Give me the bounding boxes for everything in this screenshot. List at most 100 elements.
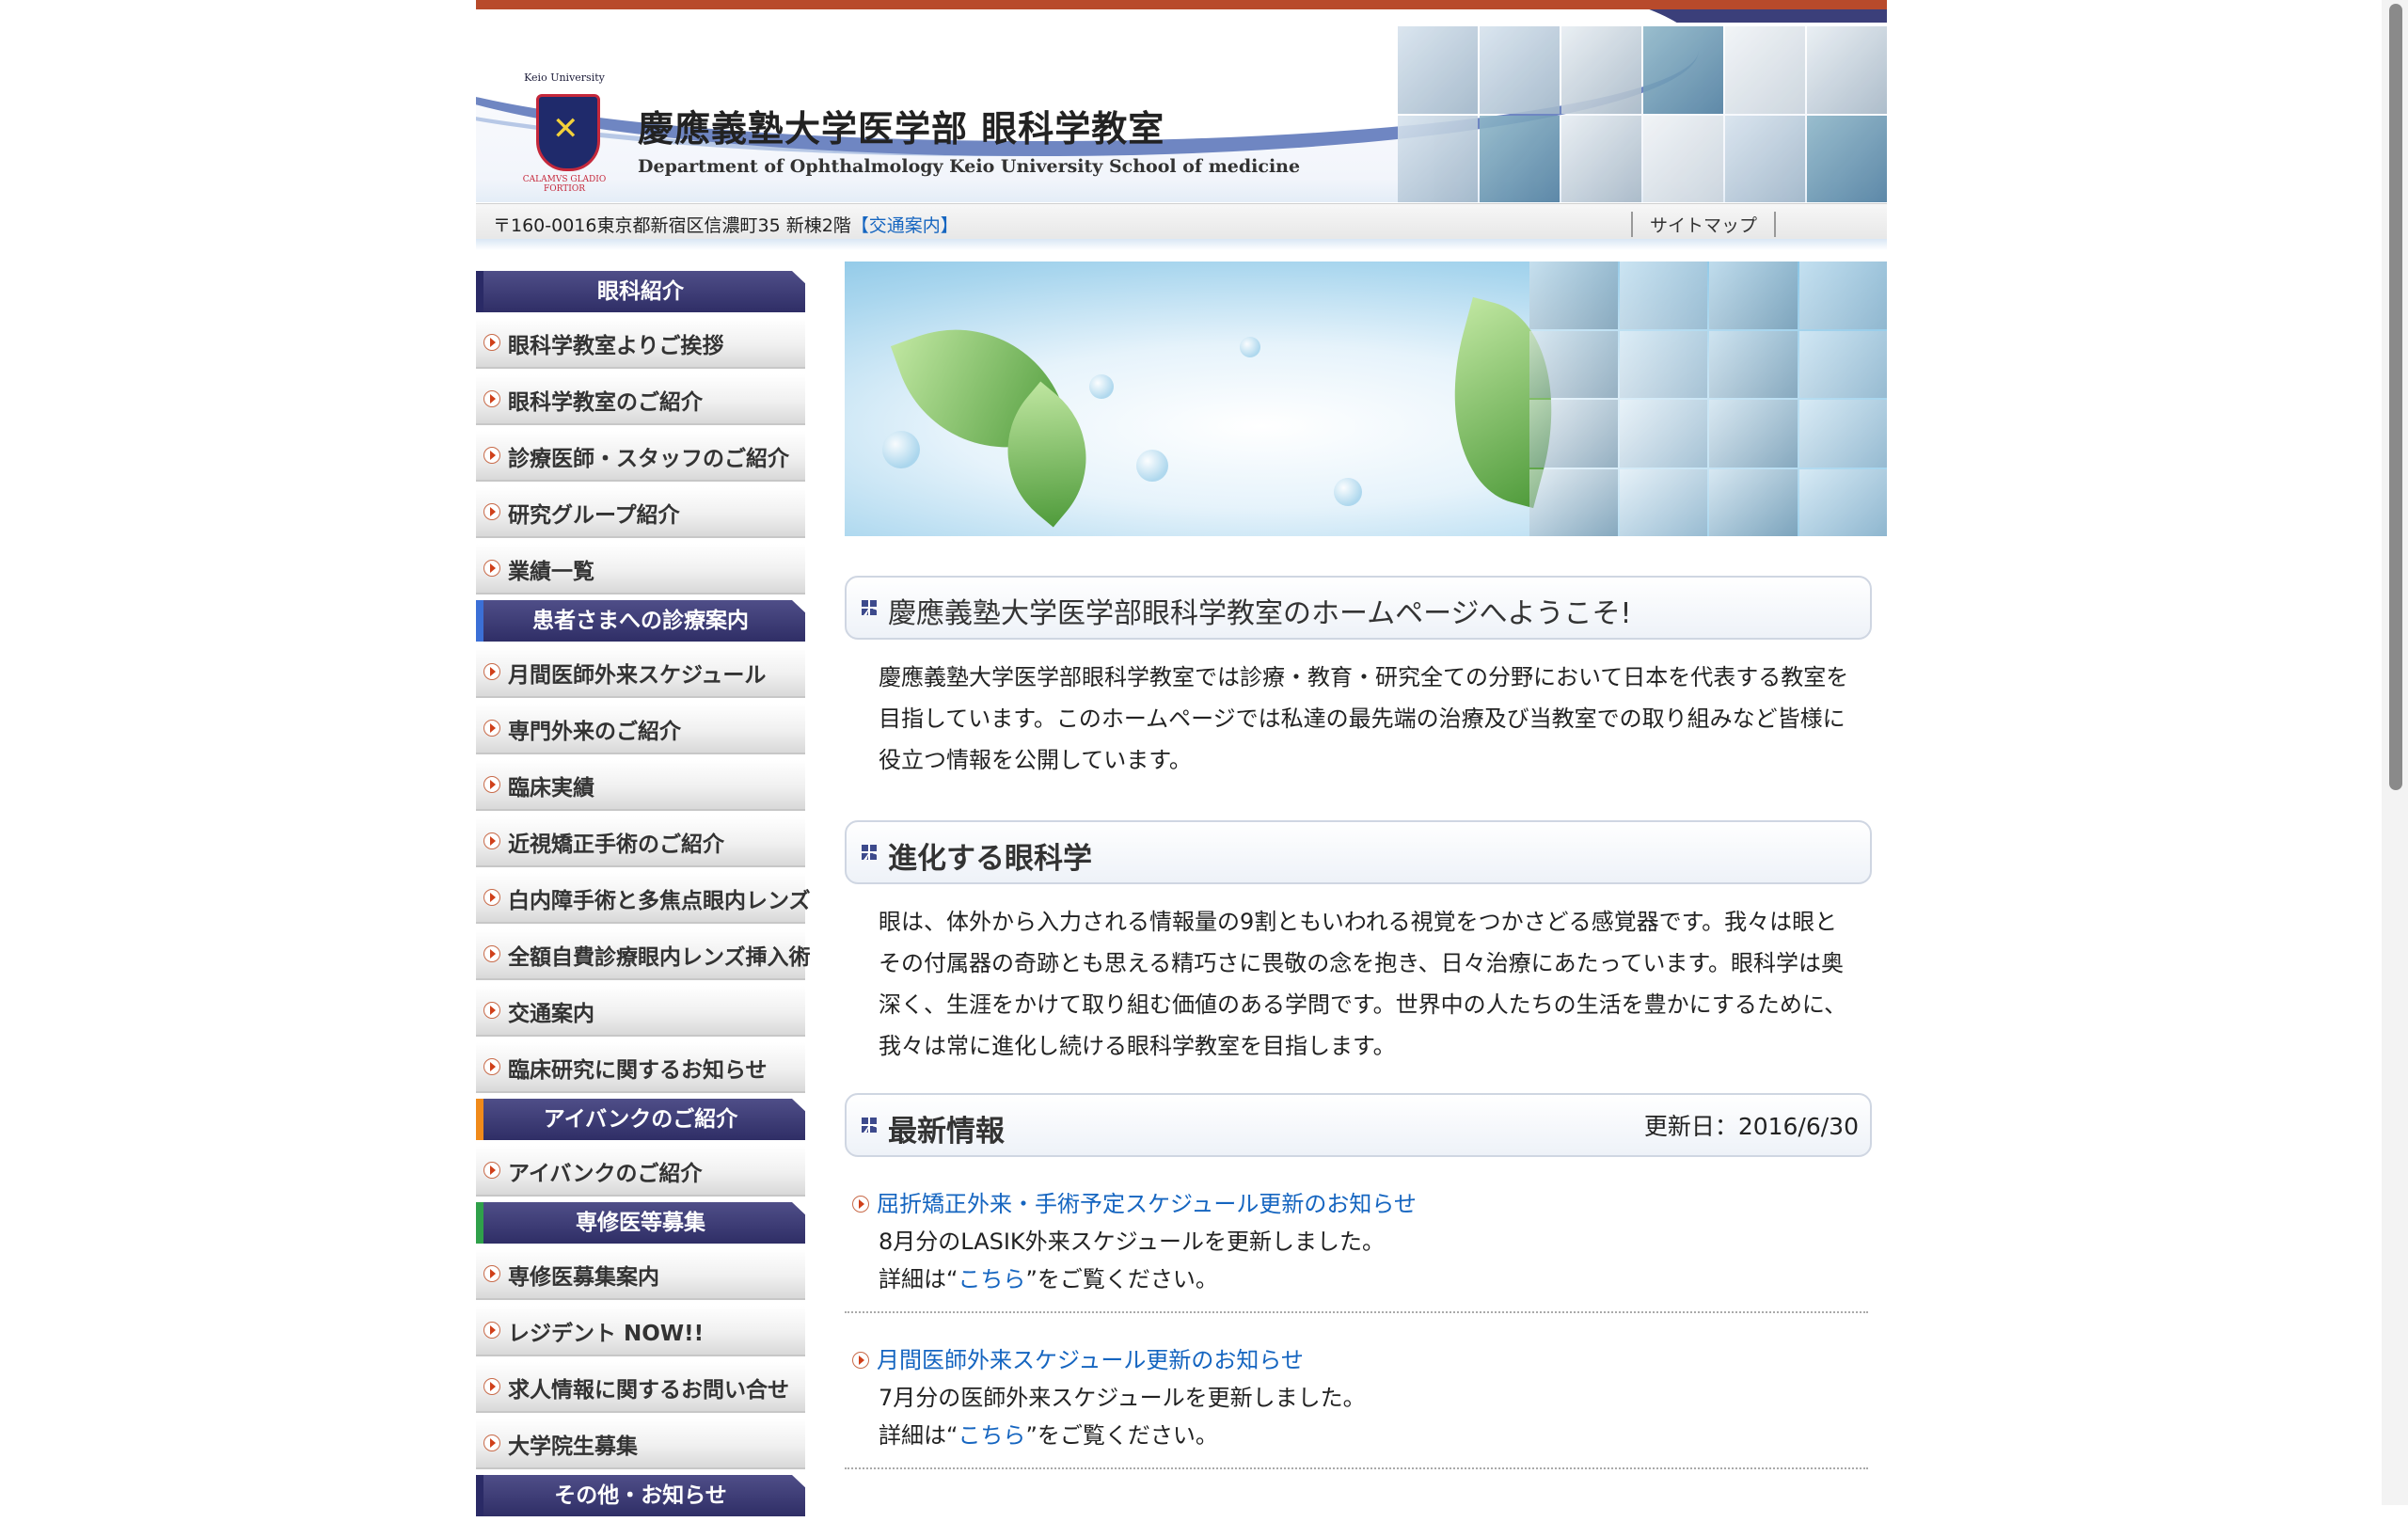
sidebar-nav-item[interactable]: アイバンクのご紹介 <box>476 1146 805 1197</box>
welcome-title: 慶應義塾大学医学部眼科学教室のホームページへようこそ! <box>888 597 1632 630</box>
arrow-bullet-icon <box>483 720 500 737</box>
sidebar-nav-item[interactable]: 白内障手術と多焦点眼内レンズ <box>476 873 811 924</box>
water-drop <box>1089 374 1114 399</box>
sidebar-nav-item[interactable]: 診療医師・スタッフのご紹介 <box>476 431 805 482</box>
site-title[interactable]: 慶應義塾大学医学部 眼科学教室 <box>638 100 1164 151</box>
news-item: 屈折矯正外来・手術予定スケジュール更新のお知らせ 8月分のLASIK外来スケジュ… <box>845 1178 1868 1313</box>
section-accent-bar <box>476 600 483 642</box>
arrow-bullet-icon <box>483 1322 500 1339</box>
sidebar-nav-item[interactable]: 眼科学教室のご紹介 <box>476 374 805 425</box>
sidebar-nav-label: 臨床実績 <box>508 776 594 801</box>
sidebar-nav-item[interactable]: 求人情報に関するお問い合せ <box>476 1362 805 1413</box>
news-description: 8月分のLASIK外来スケジュールを更新しました。 <box>879 1229 1385 1255</box>
sidebar-nav-label: 業績一覧 <box>508 560 594 584</box>
sidebar-nav-item[interactable]: 専修医募集案内 <box>476 1249 805 1300</box>
news-item: 月間医師外来スケジュール更新のお知らせ 7月分の医師外来スケジュールを更新しまし… <box>845 1334 1868 1469</box>
sitemap-link[interactable]: サイトマップ <box>1630 212 1776 237</box>
sidebar-section-title: 眼科紹介 <box>597 279 684 304</box>
news-link[interactable]: 屈折矯正外来・手術予定スケジュール更新のお知らせ <box>877 1185 1868 1223</box>
page: Keio University ✕ CALAMVS GLADIO FORTIOR… <box>476 0 1887 1516</box>
sidebar-nav-label: 大学院生募集 <box>508 1435 638 1459</box>
sidebar-section-heading: アイバンクのご紹介 <box>476 1099 805 1140</box>
section-accent-bar <box>476 1099 483 1140</box>
section-accent-bar <box>476 271 483 312</box>
arrow-bullet-icon <box>483 560 500 577</box>
welcome-text: 慶應義塾大学医学部眼科学教室では診療・教育・研究全ての分野において日本を代表する… <box>879 664 1849 773</box>
arrow-bullet-icon <box>483 1435 500 1451</box>
sidebar-section-title: 患者さまへの診療案内 <box>532 609 749 633</box>
arrow-bullet-icon <box>483 1162 500 1179</box>
news-description: 7月分の医師外来スケジュールを更新しました。 <box>879 1385 1366 1411</box>
sidebar-nav-item[interactable]: 交通案内 <box>476 986 805 1037</box>
sidebar-nav-item[interactable]: 臨床実績 <box>476 760 805 811</box>
scrollbar-thumb[interactable] <box>2389 4 2402 790</box>
sidebar-nav-label: 研究グループ紹介 <box>508 503 680 528</box>
hero-photo-collage <box>1529 262 1887 536</box>
sidebar-nav-item[interactable]: 業績一覧 <box>476 544 805 595</box>
main-content: 慶應義塾大学医学部眼科学教室のホームページへようこそ! 慶應義塾大学医学部眼科学… <box>845 262 1887 1490</box>
evolve-text: 眼は、体外から入力される情報量の9割ともいわれる視覚をつかさどる感覚器です。我々… <box>879 909 1847 1059</box>
news-list: 屈折矯正外来・手術予定スケジュール更新のお知らせ 8月分のLASIK外来スケジュ… <box>845 1178 1868 1469</box>
sidebar-nav-item[interactable]: 研究グループ紹介 <box>476 487 805 538</box>
hero-image <box>845 262 1887 536</box>
water-drop <box>882 431 920 468</box>
arrow-bullet-icon <box>483 390 500 407</box>
sidebar-nav-item[interactable]: 全額自費診療眼内レンズ挿入術 <box>476 929 811 980</box>
detail-suffix: ”をご覧ください。 <box>1025 1266 1218 1292</box>
sidebar-nav-item[interactable]: 臨床研究に関するお知らせ <box>476 1042 805 1093</box>
sidebar-section-heading: 専修医等募集 <box>476 1202 805 1244</box>
sidebar-nav-item[interactable]: 専門外来のご紹介 <box>476 704 805 754</box>
section-accent-bar <box>476 1475 483 1516</box>
top-color-bar <box>476 0 1887 9</box>
sidebar-nav-item[interactable]: 近視矯正手術のご紹介 <box>476 816 805 867</box>
access-link[interactable]: 【交通案内】 <box>851 215 958 236</box>
sidebar-nav-label: 近視矯正手術のご紹介 <box>508 832 724 857</box>
news-heading: 最新情報 更新日：2016/6/30 <box>845 1093 1872 1157</box>
shield-icon: ✕ <box>536 94 600 171</box>
grid-bullet-icon <box>862 1118 877 1133</box>
sidebar-nav-label: レジデント NOW!! <box>508 1322 705 1346</box>
arrow-bullet-icon <box>483 945 500 962</box>
sidebar-nav-label: 交通案内 <box>508 1002 594 1026</box>
arrow-bullet-icon <box>483 447 500 464</box>
arrow-bullet-icon <box>483 889 500 906</box>
evolve-title: 進化する眼科学 <box>888 842 1092 876</box>
arrow-bullet-icon <box>483 776 500 793</box>
address-text: 〒160-0016東京都新宿区信濃町35 新棟2階 <box>493 215 851 236</box>
welcome-heading: 慶應義塾大学医学部眼科学教室のホームページへようこそ! <box>845 576 1872 640</box>
sidebar-nav-label: 専門外来のご紹介 <box>508 720 681 744</box>
sidebar-section-heading: その他・お知らせ <box>476 1475 805 1516</box>
water-drop <box>1136 450 1168 482</box>
sidebar-nav-label: 眼科学教室のご紹介 <box>508 390 703 415</box>
sidebar-nav-label: 眼科学教室よりご挨拶 <box>508 334 724 358</box>
sidebar-section-heading: 眼科紹介 <box>476 271 805 312</box>
detail-link[interactable]: こちら <box>958 1266 1025 1292</box>
news-detail: 詳細は“こちら”をご覧ください。 <box>879 1417 1868 1454</box>
news-link[interactable]: 月間医師外来スケジュール更新のお知らせ <box>877 1341 1868 1379</box>
sidebar-nav-item[interactable]: 月間医師外来スケジュール <box>476 647 805 698</box>
header-divider <box>476 239 1887 250</box>
site-subtitle: Department of Ophthalmology Keio Univers… <box>638 156 1301 177</box>
sidebar-nav-label: 白内障手術と多焦点眼内レンズ <box>508 889 811 913</box>
arrow-bullet-icon <box>852 1196 869 1213</box>
detail-link[interactable]: こちら <box>958 1422 1025 1449</box>
detail-prefix: 詳細は“ <box>879 1422 958 1449</box>
sidebar-nav: 眼科紹介眼科学教室よりご挨拶 眼科学教室のご紹介診療医師・スタッフのご紹介研究グル… <box>476 271 811 1522</box>
grid-bullet-icon <box>862 845 877 860</box>
water-drop <box>1240 337 1260 357</box>
address-bar: 〒160-0016東京都新宿区信濃町35 新棟2階【交通案内】 サイトマップ <box>476 203 1887 240</box>
arrow-bullet-icon <box>483 334 500 351</box>
arrow-bullet-icon <box>483 1378 500 1395</box>
arrow-bullet-icon <box>483 503 500 520</box>
arrow-bullet-icon <box>483 832 500 849</box>
sidebar-nav-label: 専修医募集案内 <box>508 1265 659 1290</box>
sidebar-nav-item[interactable]: 大学院生募集 <box>476 1419 805 1469</box>
sidebar-nav-label: 臨床研究に関するお知らせ <box>508 1058 768 1083</box>
sidebar-nav-item[interactable]: 眼科学教室よりご挨拶 <box>476 318 805 369</box>
sidebar-nav-label: 求人情報に関するお問い合せ <box>508 1378 789 1403</box>
sidebar-section-title: 専修医等募集 <box>576 1211 705 1235</box>
university-logo[interactable]: Keio University ✕ CALAMVS GLADIO FORTIOR <box>517 71 611 202</box>
sidebar-nav-item[interactable]: レジデント NOW!! <box>476 1306 805 1356</box>
detail-prefix: 詳細は“ <box>879 1266 958 1292</box>
header-banner: Keio University ✕ CALAMVS GLADIO FORTIOR… <box>476 9 1887 202</box>
